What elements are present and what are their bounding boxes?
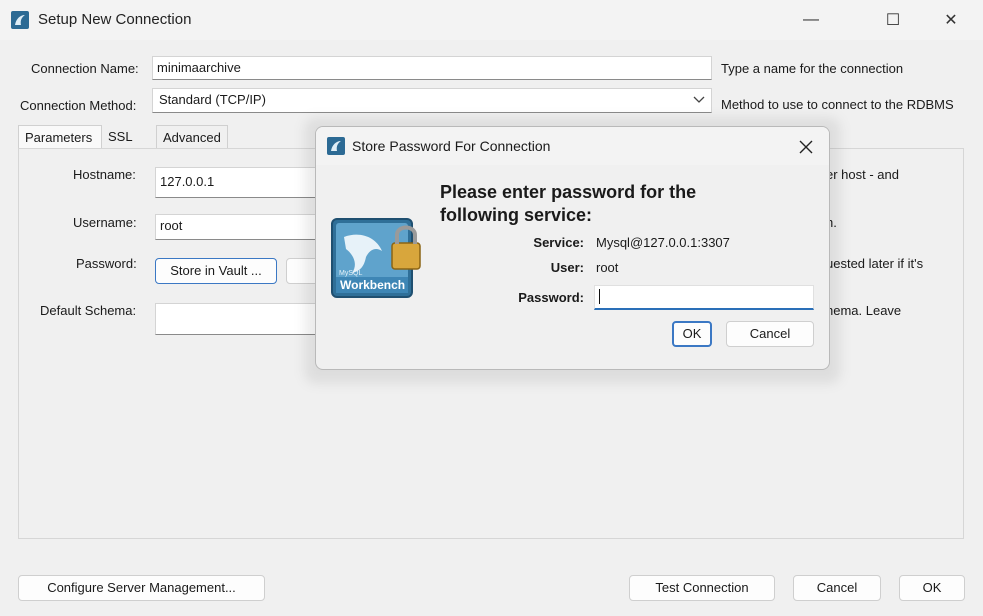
password-label: Password:	[76, 256, 137, 271]
workbench-logo-top-text: MySQL	[339, 270, 362, 277]
ok-button[interactable]: OK	[899, 575, 965, 601]
window-title: Setup New Connection	[38, 11, 192, 28]
cancel-button[interactable]: Cancel	[793, 575, 881, 601]
dialog-heading: Please enter password for the following …	[440, 182, 697, 225]
hostname-input[interactable]: 127.0.0.1	[155, 167, 325, 198]
hostname-label: Hostname:	[73, 167, 136, 182]
connection-name-label: Connection Name:	[31, 61, 139, 76]
tab-ssl[interactable]: SSL	[102, 125, 156, 149]
chevron-down-icon	[693, 89, 705, 112]
workbench-logo-text: Workbench	[340, 278, 405, 292]
store-password-dialog: Store Password For Connection MySQL Work…	[315, 126, 830, 370]
service-label: Service:	[533, 235, 584, 250]
password-input[interactable]	[594, 285, 814, 310]
close-icon[interactable]	[794, 135, 818, 159]
connection-method-label: Connection Method:	[20, 98, 137, 113]
close-icon[interactable]: ✕	[928, 5, 974, 35]
connection-method-value: Standard (TCP/IP)	[159, 92, 266, 107]
mysql-workbench-app-icon	[11, 11, 29, 29]
connection-name-hint: Type a name for the connection	[721, 61, 904, 76]
user-label: User:	[550, 260, 584, 275]
configure-server-management-button[interactable]: Configure Server Management...	[18, 575, 265, 601]
username-label: Username:	[73, 215, 137, 230]
mysql-workbench-app-icon	[327, 137, 345, 155]
connection-method-hint: Method to use to connect to the RDBMS	[721, 97, 954, 112]
dialog-title-bar: Store Password For Connection	[316, 127, 829, 165]
connection-method-select[interactable]: Standard (TCP/IP)	[152, 88, 712, 113]
connection-name-input[interactable]: minimaarchive	[152, 56, 712, 80]
text-caret	[599, 289, 600, 304]
user-value: root	[596, 260, 619, 275]
username-input[interactable]: root	[155, 214, 325, 240]
title-bar: Setup New Connection — ☐ ✕	[0, 0, 983, 40]
test-connection-button[interactable]: Test Connection	[629, 575, 775, 601]
dialog-ok-button[interactable]: OK	[672, 321, 712, 347]
password-hint: uested later if it's	[826, 256, 924, 271]
maximize-icon[interactable]: ☐	[870, 5, 916, 35]
password-label: Password:	[518, 290, 584, 305]
default-schema-input[interactable]	[155, 303, 325, 335]
minimize-icon[interactable]: —	[788, 5, 834, 35]
default-schema-label: Default Schema:	[40, 303, 137, 318]
service-value: Mysql@127.0.0.1:3307	[596, 235, 730, 250]
dialog-cancel-button[interactable]: Cancel	[726, 321, 814, 347]
tab-parameters[interactable]: Parameters	[18, 125, 102, 149]
workbench-logo-icon: MySQL Workbench	[330, 215, 421, 315]
tab-advanced[interactable]: Advanced	[156, 125, 228, 149]
store-in-vault-button[interactable]: Store in Vault ...	[155, 258, 277, 284]
dialog-title: Store Password For Connection	[352, 138, 551, 154]
